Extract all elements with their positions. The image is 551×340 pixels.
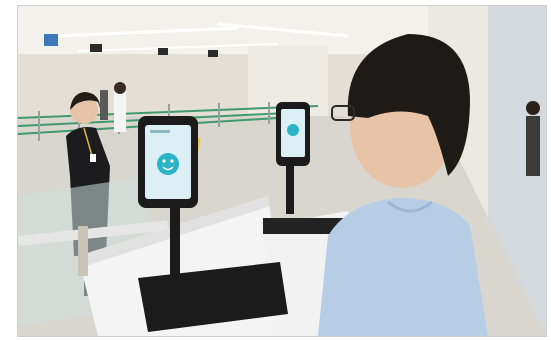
overhead-sign <box>208 50 218 57</box>
overhead-sign <box>158 48 168 55</box>
distant-traveller-right <box>526 101 540 176</box>
airport-gate-photo <box>18 6 546 336</box>
overhead-sign <box>44 34 58 46</box>
overhead-sign <box>90 44 102 52</box>
photo-frame <box>17 5 547 337</box>
face-icon <box>157 153 179 175</box>
